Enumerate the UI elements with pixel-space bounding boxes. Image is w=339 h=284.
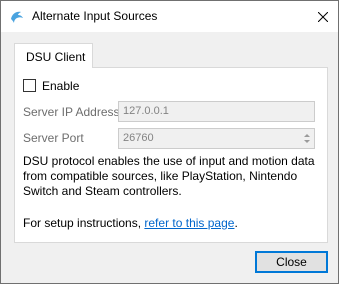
enable-checkbox[interactable]: [23, 79, 36, 92]
server-ip-label: Server IP Address: [23, 105, 120, 119]
close-icon[interactable]: [309, 3, 337, 31]
tab-label: DSU Client: [26, 50, 86, 64]
tab-dsu-client[interactable]: DSU Client: [14, 43, 93, 68]
dialog-window: Alternate Input Sources DSU Client Enabl…: [0, 0, 339, 284]
title-bar[interactable]: Alternate Input Sources: [1, 1, 338, 32]
refer-link[interactable]: refer to this page: [144, 216, 234, 230]
setup-prefix: For setup instructions,: [23, 216, 145, 230]
server-port-label: Server Port: [23, 131, 84, 145]
window-title: Alternate Input Sources: [32, 9, 158, 23]
spin-arrows-icon[interactable]: [301, 130, 313, 147]
close-button-label: Close: [276, 255, 307, 269]
dolphin-icon: [10, 10, 24, 24]
server-port-value: 26760: [123, 132, 154, 144]
setup-instructions: For setup instructions, refer to this pa…: [23, 216, 238, 230]
server-ip-value: 127.0.0.1: [123, 105, 169, 117]
server-ip-input[interactable]: 127.0.0.1: [118, 101, 315, 122]
server-port-spinbox[interactable]: 26760: [118, 128, 315, 149]
setup-suffix: .: [234, 216, 238, 230]
dsu-description: DSU protocol enables the use of input an…: [23, 154, 315, 198]
close-button[interactable]: Close: [255, 251, 328, 273]
enable-label[interactable]: Enable: [42, 79, 79, 93]
